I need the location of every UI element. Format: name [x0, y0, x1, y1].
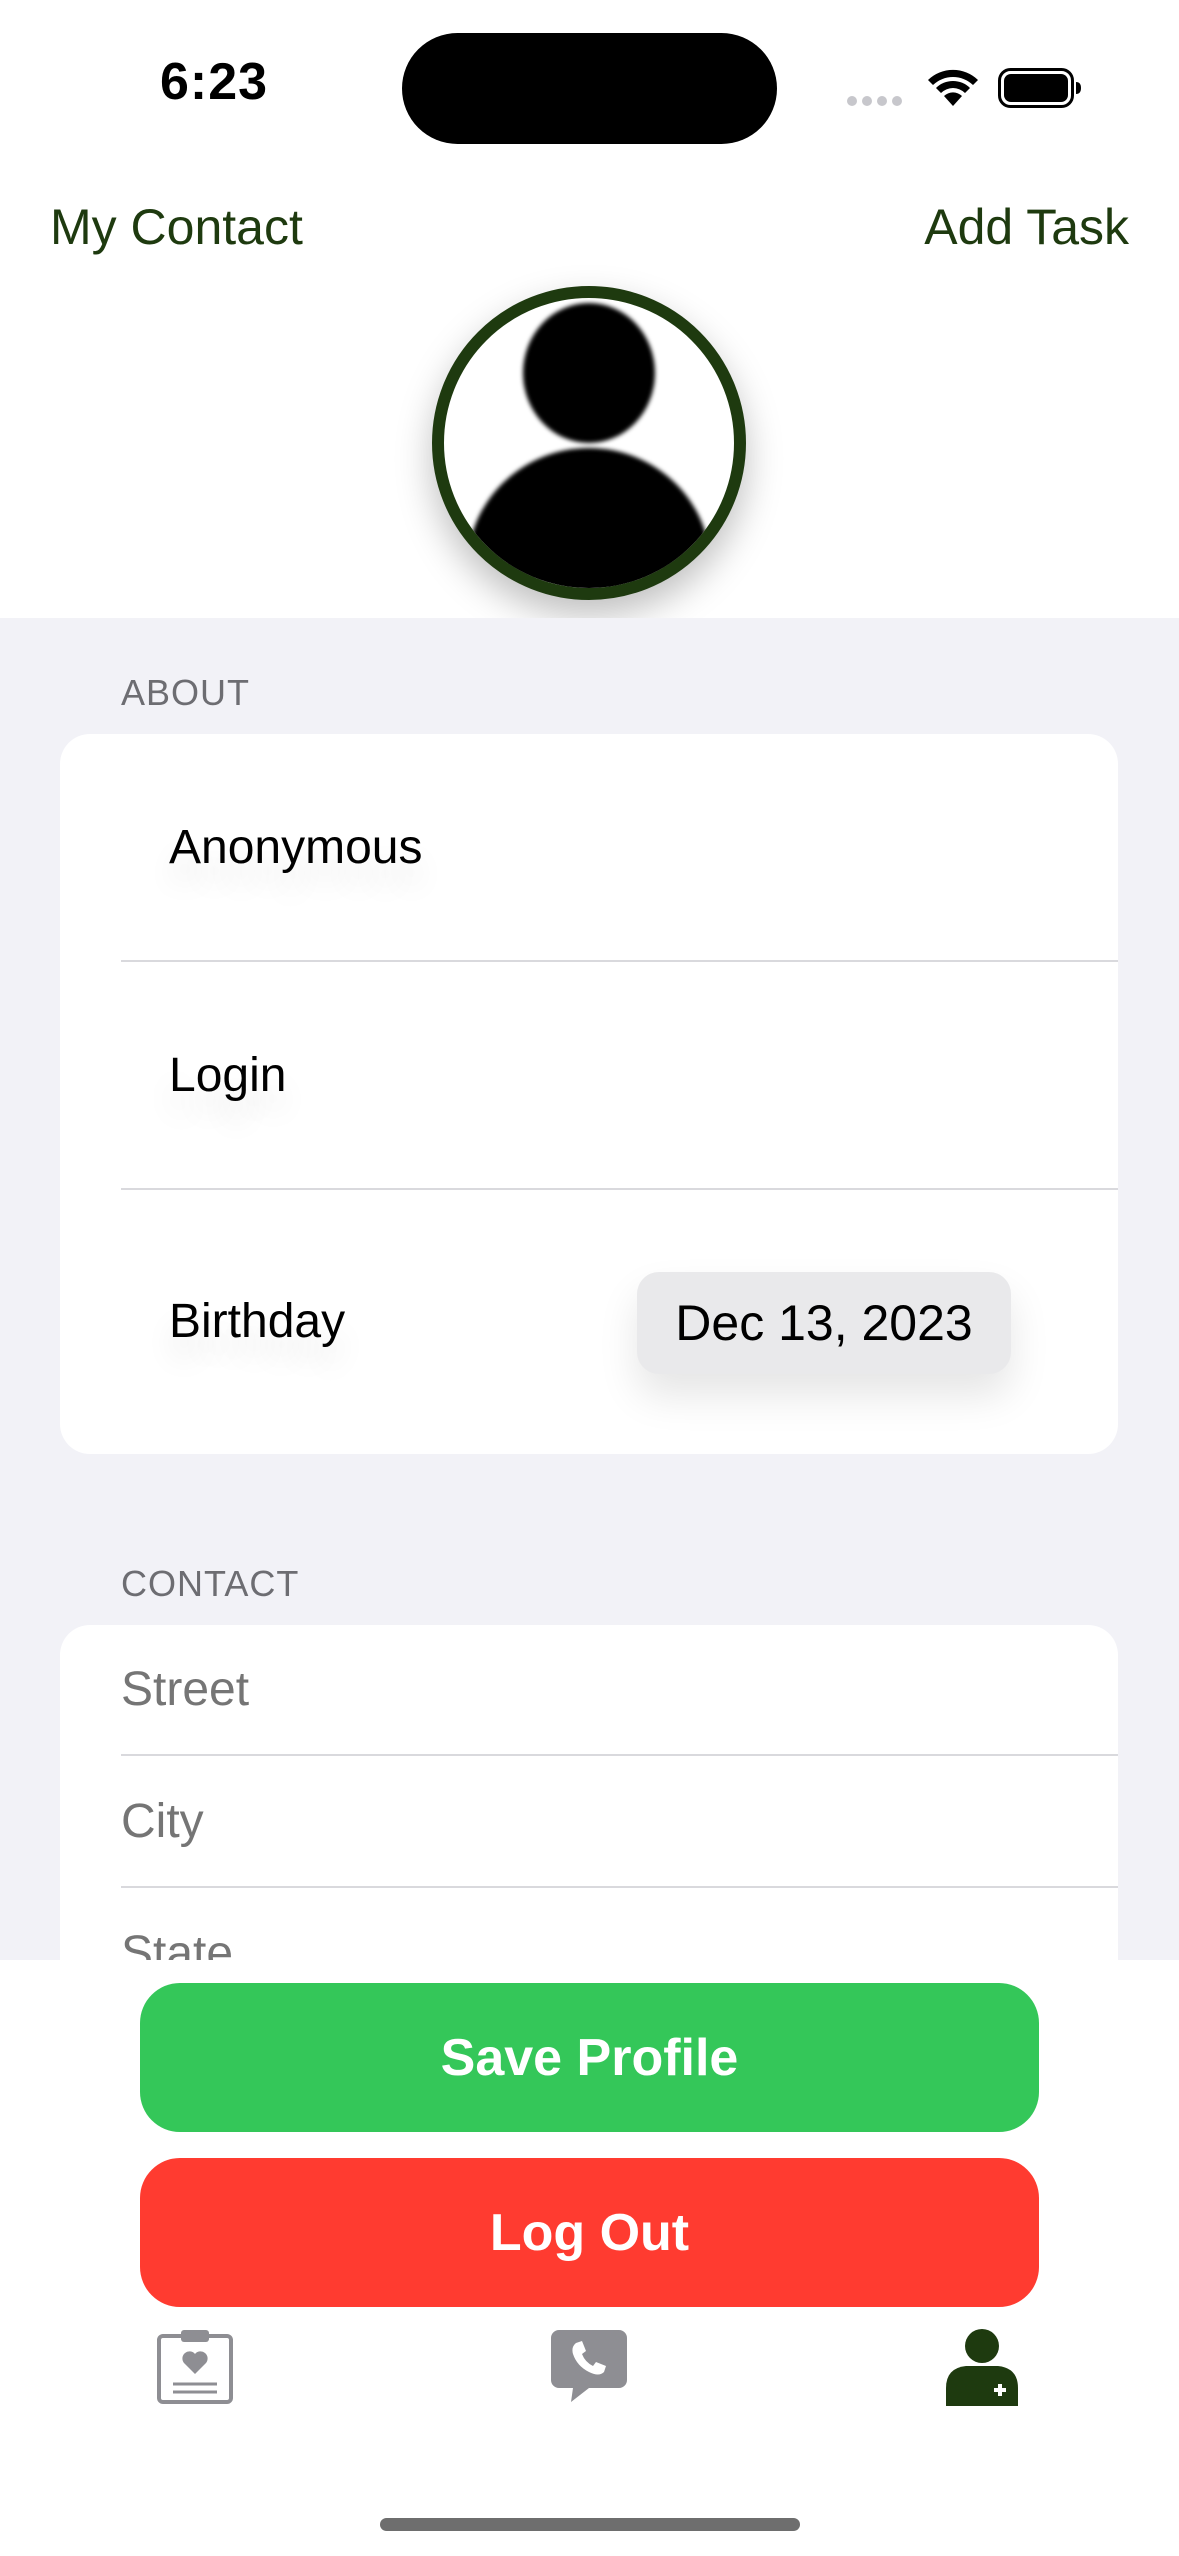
section-header-contact: CONTACT [121, 1563, 300, 1604]
my-contact-button[interactable]: My Contact [50, 198, 303, 256]
status-time: 6:23 [160, 53, 269, 111]
divider [121, 1886, 1118, 1888]
birthday-date-picker[interactable]: Dec 13, 2023 [637, 1272, 1011, 1374]
phone-bubble-icon[interactable] [549, 2326, 629, 2406]
battery-icon [998, 68, 1081, 108]
log-out-button[interactable]: Log Out [140, 2158, 1039, 2307]
save-profile-button[interactable]: Save Profile [140, 1983, 1039, 2132]
birthday-label: Birthday [169, 1295, 346, 1348]
city-input[interactable] [121, 1794, 1021, 1849]
profile-screen: 6:23 My Contact Add Task ABOUT Anonymous… [0, 0, 1179, 2556]
name-field[interactable]: Anonymous [169, 820, 422, 875]
divider [121, 960, 1118, 962]
clipboard-heart-icon[interactable] [155, 2326, 235, 2406]
home-indicator[interactable] [380, 2518, 800, 2531]
person-silhouette-icon [467, 303, 711, 588]
wifi-icon [928, 69, 978, 106]
cellular-signal-icon [847, 96, 902, 106]
divider [121, 1188, 1118, 1190]
avatar[interactable] [432, 286, 746, 600]
add-task-button[interactable]: Add Task [924, 198, 1129, 256]
section-header-about: ABOUT [121, 672, 251, 713]
person-medical-icon[interactable] [942, 2326, 1022, 2406]
divider [121, 1754, 1118, 1756]
street-input[interactable] [121, 1662, 1021, 1717]
dynamic-island [402, 33, 777, 144]
login-field[interactable]: Login [169, 1048, 286, 1103]
